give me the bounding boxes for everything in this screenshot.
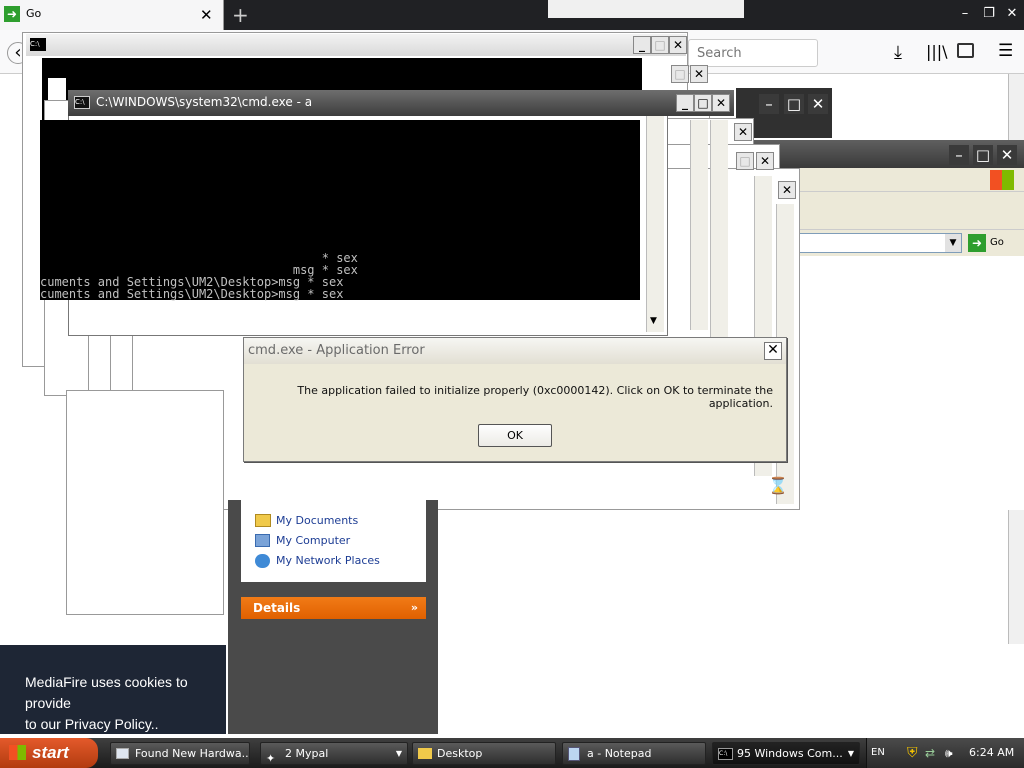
network-icon bbox=[255, 554, 270, 568]
security-shield-icon[interactable]: ⛨ bbox=[907, 738, 918, 768]
clock: 6:24 AM bbox=[969, 746, 1015, 759]
dark-window-maximize-icon[interactable]: □ bbox=[784, 94, 804, 114]
dark-window-minimize-icon[interactable]: – bbox=[759, 94, 779, 114]
ghost-close-icon[interactable]: ✕ bbox=[669, 36, 687, 54]
place-my-network-places[interactable]: My Network Places bbox=[252, 551, 380, 571]
taskbar-item-label: Found New Hardwa... bbox=[135, 747, 250, 760]
notepad-icon bbox=[568, 747, 580, 761]
hourglass-cursor-icon: ⌛ bbox=[768, 476, 788, 495]
browser-minimize-icon[interactable]: – bbox=[952, 6, 978, 21]
ghost-maximize-icon[interactable]: □ bbox=[651, 36, 669, 54]
group-dropdown-icon[interactable]: ▼ bbox=[848, 743, 854, 764]
taskbar-item-mypal[interactable]: ✦ 2 Mypal ▼ bbox=[260, 742, 408, 765]
cookie-banner: MediaFire uses cookies to provide to our… bbox=[0, 645, 226, 734]
folder-icon bbox=[255, 514, 271, 527]
stacked-scrollbar[interactable] bbox=[690, 120, 708, 330]
taskbar-item-notepad[interactable]: a - Notepad bbox=[562, 742, 706, 765]
explorer-minimize-icon[interactable]: – bbox=[949, 145, 969, 165]
tab-close-icon[interactable]: ✕ bbox=[200, 6, 213, 24]
place-label: My Network Places bbox=[276, 554, 380, 567]
browser-close-icon[interactable]: ✕ bbox=[999, 6, 1024, 21]
console-icon: C:\ bbox=[718, 748, 733, 760]
address-go-icon[interactable]: ➜ bbox=[968, 234, 986, 252]
scroll-down-icon[interactable]: ▼ bbox=[650, 316, 657, 326]
dark-window-close-icon[interactable]: ✕ bbox=[808, 94, 828, 114]
stacked-close-icon-2[interactable]: ✕ bbox=[756, 152, 774, 170]
place-label: My Documents bbox=[276, 514, 359, 527]
ghost2-close-icon[interactable]: ✕ bbox=[690, 65, 708, 83]
tab-title: Go bbox=[26, 7, 42, 20]
cmd-title: C:\WINDOWS\system32\cmd.exe - a bbox=[96, 95, 313, 109]
go-arrow-icon: ➜ bbox=[4, 6, 20, 22]
cookie-text-line2: to our Privacy Policy.. bbox=[25, 716, 159, 732]
network-icon[interactable]: ⇄ bbox=[925, 738, 935, 768]
taskbar-item-label: 2 Mypal bbox=[285, 747, 329, 760]
system-tray: EN ⛨ ⇄ 🕪 6:24 AM bbox=[866, 738, 1024, 768]
console-icon: C:\ bbox=[74, 96, 90, 109]
console-line: cuments and Settings\UM2\Desktop>msg * s… bbox=[40, 287, 344, 301]
ghost-minimize-icon[interactable]: _ bbox=[633, 36, 651, 54]
dialog-message: The application failed to initialize pro… bbox=[297, 384, 773, 410]
computer-icon bbox=[255, 534, 270, 547]
explorer-maximize-icon[interactable]: □ bbox=[973, 145, 993, 165]
stacked-window-frame bbox=[66, 390, 224, 615]
taskbar-item-label: Desktop bbox=[437, 747, 483, 760]
dialog-close-icon[interactable]: ✕ bbox=[764, 342, 782, 360]
cmd-titlebar: C:\ C:\WINDOWS\system32\cmd.exe - a bbox=[68, 90, 734, 116]
stacked-maximize-icon[interactable]: □ bbox=[736, 152, 754, 170]
taskbar-item-desktop[interactable]: Desktop bbox=[412, 742, 556, 765]
cmd-maximize-icon[interactable]: □ bbox=[694, 94, 712, 112]
dialog-title: cmd.exe - Application Error bbox=[244, 338, 786, 364]
stacked-close-icon-3[interactable]: ✕ bbox=[778, 181, 796, 199]
address-dropdown-icon[interactable]: ▼ bbox=[945, 234, 961, 252]
address-input[interactable] bbox=[780, 233, 962, 253]
cookie-text-line1: MediaFire uses cookies to provide bbox=[25, 674, 188, 711]
start-label: start bbox=[32, 743, 69, 762]
cmd-minimize-icon[interactable]: _ bbox=[676, 94, 694, 112]
stacked-scrollbar-2[interactable] bbox=[710, 120, 728, 340]
windows-logo-icon bbox=[990, 170, 1014, 190]
search-input[interactable] bbox=[688, 39, 818, 67]
explorer-close-icon[interactable]: ✕ bbox=[997, 145, 1017, 165]
console-icon: C:\ bbox=[30, 38, 46, 51]
cmd-close-icon[interactable]: ✕ bbox=[712, 94, 730, 112]
titlebar-blank bbox=[548, 0, 744, 18]
ok-button[interactable]: OK bbox=[478, 424, 552, 447]
volume-icon[interactable]: 🕪 bbox=[945, 738, 953, 768]
ghost2-maximize-icon[interactable]: □ bbox=[671, 65, 689, 83]
language-indicator[interactable]: EN bbox=[871, 738, 885, 768]
library-icon[interactable]: |||\ bbox=[926, 42, 948, 61]
place-my-computer[interactable]: My Computer bbox=[252, 531, 350, 551]
browser-tab[interactable]: ➜ Go ✕ bbox=[0, 0, 224, 30]
mypal-icon: ✦ bbox=[266, 752, 276, 765]
cmd-scrollbar[interactable]: ▼ bbox=[646, 116, 664, 332]
ghost-window-titlebar: C:\ bbox=[26, 34, 686, 56]
menu-icon[interactable]: ☰ bbox=[998, 41, 1013, 61]
window-icon bbox=[116, 748, 129, 759]
windows-flag-icon bbox=[9, 745, 26, 760]
taskbar-item-found-new-hardware[interactable]: Found New Hardwa... bbox=[110, 742, 250, 765]
folder-icon bbox=[418, 748, 432, 759]
error-dialog: cmd.exe - Application Error ✕ The applic… bbox=[243, 337, 787, 462]
sidebar-icon[interactable] bbox=[957, 43, 974, 58]
new-tab-button[interactable]: + bbox=[232, 3, 249, 27]
taskbar-item-label: 95 Windows Com... bbox=[737, 747, 843, 760]
group-dropdown-icon[interactable]: ▼ bbox=[396, 743, 402, 764]
start-button[interactable]: start bbox=[0, 738, 98, 768]
address-go-label[interactable]: Go bbox=[990, 237, 1004, 248]
details-header[interactable]: Details » bbox=[241, 597, 426, 619]
taskbar-item-windows-command[interactable]: C:\ 95 Windows Com... ▼ bbox=[712, 742, 860, 765]
chevron-down-icon[interactable]: » bbox=[411, 597, 418, 619]
stacked-close-icon[interactable]: ✕ bbox=[734, 123, 752, 141]
cmd-console: * sex msg * sex cuments and Settings\UM2… bbox=[40, 120, 640, 300]
details-label: Details bbox=[253, 601, 301, 615]
place-label: My Computer bbox=[276, 534, 351, 547]
place-my-documents[interactable]: My Documents bbox=[252, 511, 358, 531]
taskbar-item-label: a - Notepad bbox=[587, 747, 652, 760]
download-icon[interactable]: ⤓ bbox=[894, 42, 902, 63]
